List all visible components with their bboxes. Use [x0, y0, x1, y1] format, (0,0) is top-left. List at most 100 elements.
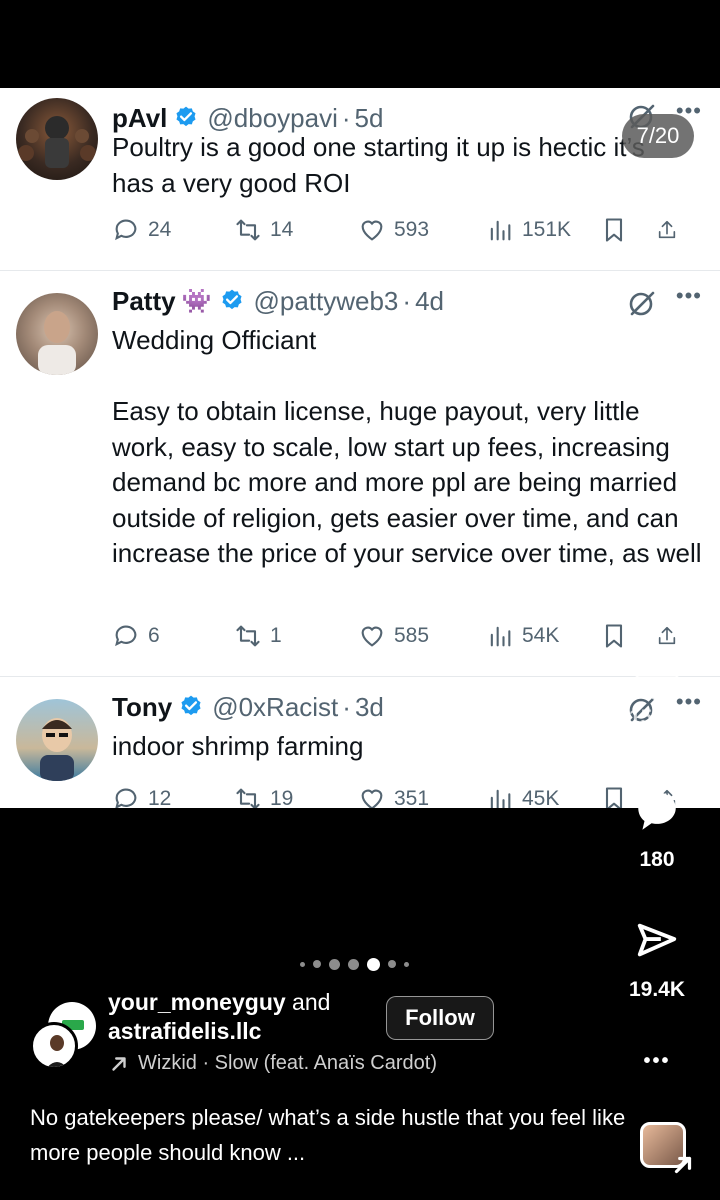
follow-button[interactable]: Follow	[386, 996, 494, 1040]
share-button[interactable]	[656, 622, 686, 650]
like-button[interactable]: 593	[358, 216, 486, 244]
tweet-text: Poultry is a good one starting it up is …	[112, 132, 645, 198]
carousel-indicator	[300, 956, 409, 972]
bookmark-icon	[605, 218, 623, 242]
like-count: 593	[394, 218, 430, 241]
retweet-count: 19	[270, 787, 294, 808]
comment-icon[interactable]	[631, 786, 683, 836]
tweet-text-title: Wedding Officiant	[112, 325, 317, 355]
arrow-upright-icon	[112, 1056, 126, 1071]
heart-icon	[361, 789, 383, 808]
cartoon-avatar-image	[40, 718, 74, 781]
tweet-text-body: Easy to obtain license, huge payout, ver…	[112, 396, 702, 568]
more-action[interactable]: •••	[612, 1050, 702, 1073]
creator-avatar-primary[interactable]	[30, 1022, 78, 1070]
like-button[interactable]: 351	[358, 785, 486, 808]
verified-badge-icon	[222, 289, 243, 310]
share-icon	[658, 626, 676, 645]
retweet-icon	[236, 625, 260, 647]
tweet-pavl: pAvl @dboypavi · 5d ••• Poultry is a goo…	[0, 88, 720, 270]
more-options-icon[interactable]: •••	[676, 283, 702, 309]
reply-count: 6	[148, 624, 160, 647]
original-sound-button[interactable]	[636, 1122, 692, 1176]
creator-username-1[interactable]: your_moneyguy	[108, 989, 286, 1015]
share-action[interactable]: 19.4K	[612, 918, 702, 1002]
tweet-patty: Patty 👾 @pattyweb3 · 4d ••• Wedding Offi…	[0, 271, 720, 676]
views-icon	[490, 626, 511, 647]
handle[interactable]: @0xRacist	[212, 692, 338, 723]
more-icon[interactable]: •••	[643, 1050, 670, 1073]
handle[interactable]: @dboypavi	[207, 103, 337, 134]
share-count: 19.4K	[628, 978, 686, 1001]
avatar	[16, 699, 98, 781]
alien-monster-emoji: 👾	[181, 287, 212, 315]
creator-and: and	[292, 989, 331, 1015]
views-count: 54K	[522, 624, 560, 647]
display-name[interactable]: pAvl	[112, 103, 167, 134]
verified-badge-icon	[181, 695, 201, 716]
verified-badge-icon	[176, 106, 196, 127]
retweet-count: 14	[270, 218, 294, 241]
retweet-button[interactable]: 1	[234, 622, 358, 650]
heart-icon	[361, 626, 383, 647]
post-caption[interactable]: No gatekeepers please/ what’s a side hus…	[30, 1100, 630, 1170]
retweet-icon	[236, 788, 260, 808]
separator-dot: ·	[342, 691, 351, 722]
views-count: 45K	[522, 787, 560, 808]
tweet-text: indoor shrimp farming	[112, 731, 364, 761]
like-count: 351	[394, 787, 430, 808]
creator-photo-image	[47, 1035, 67, 1067]
like-button[interactable]: 585	[358, 622, 486, 650]
timestamp[interactable]: 4d	[415, 286, 444, 317]
retweet-button[interactable]: 14	[234, 216, 358, 244]
reply-button[interactable]: 12	[112, 785, 234, 808]
share-button[interactable]	[656, 216, 686, 244]
tiktok-viewport: pAvl @dboypavi · 5d ••• Poultry is a goo…	[0, 0, 720, 1200]
comment-count: 180	[639, 848, 675, 871]
views-button[interactable]: 54K	[486, 622, 600, 650]
music-title: Wizkid · Slow (feat. Anaïs Cardot)	[138, 1052, 437, 1074]
timestamp[interactable]: 5d	[355, 103, 384, 134]
share-icon	[658, 220, 676, 239]
display-name[interactable]: Patty	[112, 286, 176, 317]
bookmark-button[interactable]	[600, 216, 656, 244]
views-count: 151K	[522, 218, 572, 241]
display-name[interactable]: Tony	[112, 692, 172, 723]
reply-button[interactable]: 24	[112, 216, 234, 244]
creator-username-2[interactable]: astrafidelis.llc	[108, 1018, 261, 1044]
retweet-button[interactable]: 19	[234, 785, 358, 808]
like-action[interactable]: 15.4K	[612, 654, 702, 730]
timestamp[interactable]: 3d	[355, 692, 384, 723]
tweet-header: Patty 👾 @pattyweb3 · 4d	[112, 281, 704, 321]
retweet-icon	[236, 219, 260, 241]
reply-button[interactable]: 6	[112, 622, 234, 650]
person-avatar-image	[38, 311, 76, 375]
reply-icon	[115, 625, 137, 647]
reply-icon	[115, 219, 137, 241]
warrior-avatar-image	[18, 116, 96, 168]
arrow-upright-icon	[674, 1156, 692, 1174]
bookmark-icon	[605, 624, 623, 648]
reply-icon	[115, 788, 137, 808]
tweet-actions: 6 1 585 54K	[112, 616, 706, 656]
heart-icon	[361, 220, 383, 241]
separator-dot: ·	[341, 102, 351, 133]
bookmark-button[interactable]	[600, 622, 656, 650]
separator-dot: ·	[402, 285, 412, 316]
comment-action[interactable]: 180	[612, 786, 702, 872]
heart-icon[interactable]	[630, 654, 684, 704]
like-count: 15.4K	[628, 706, 686, 729]
avatar	[16, 98, 98, 180]
views-icon	[490, 220, 511, 241]
like-count: 585	[394, 624, 430, 647]
handle[interactable]: @pattyweb3	[253, 286, 398, 317]
music-label[interactable]: Wizkid · Slow (feat. Anaïs Cardot)	[108, 1052, 437, 1075]
reply-count: 24	[148, 218, 172, 241]
send-icon[interactable]	[632, 918, 682, 964]
views-button[interactable]: 151K	[486, 216, 600, 244]
views-button[interactable]: 45K	[486, 785, 600, 808]
creator-names: your_moneyguy and astrafidelis.llc	[108, 988, 378, 1046]
grok-icon[interactable]	[626, 287, 658, 319]
slide-counter: 7/20	[622, 114, 694, 158]
views-icon	[490, 789, 511, 808]
